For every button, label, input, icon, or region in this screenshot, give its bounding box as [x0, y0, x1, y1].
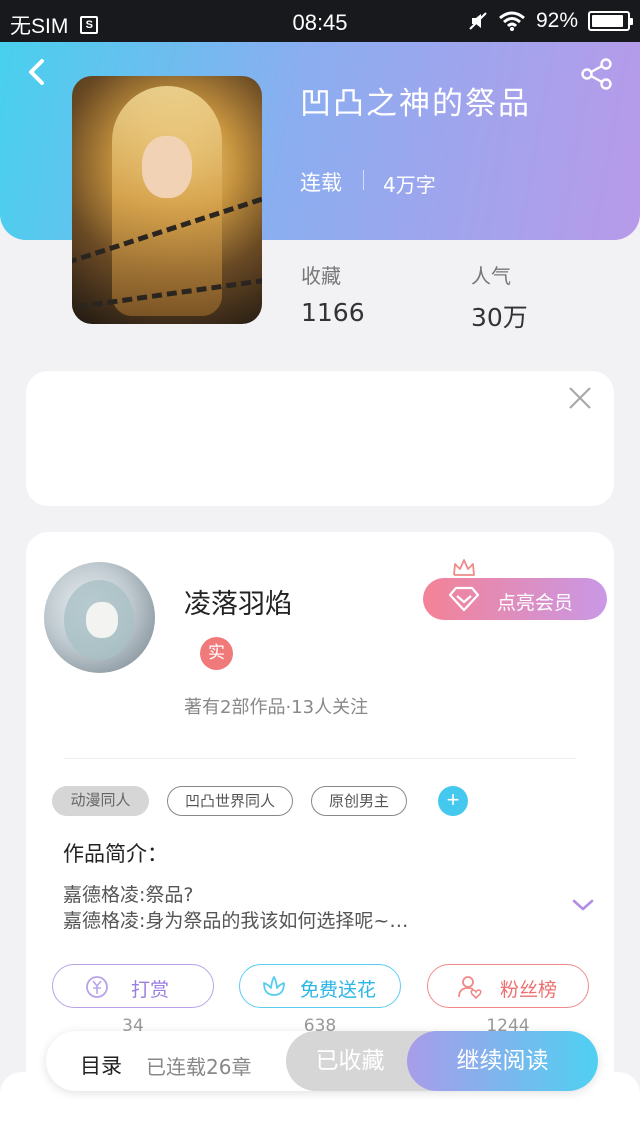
battery-fill	[592, 15, 624, 27]
book-cover-image[interactable]	[72, 76, 262, 324]
fans-ranking-button[interactable]: 粉丝榜	[427, 964, 589, 1008]
crown-icon	[453, 559, 475, 576]
word-count: 4万字	[383, 173, 436, 197]
mute-icon	[469, 12, 487, 30]
status-right: 92%	[468, 9, 633, 33]
share-icon[interactable]	[580, 57, 614, 91]
tag-chip[interactable]: 凹凸世界同人	[167, 786, 293, 816]
favorites-count: 1166	[301, 298, 365, 327]
battery-icon	[588, 11, 633, 31]
flower-icon	[263, 976, 285, 996]
popularity-count: 30万	[471, 303, 528, 332]
serial-status: 连载	[300, 171, 342, 195]
author-name[interactable]: 凌落羽焰	[184, 582, 292, 621]
vip-button[interactable]: 点亮会员	[423, 578, 607, 620]
author-meta: 著有2部作品·13人关注	[184, 697, 369, 718]
tag-chip[interactable]: 动漫同人	[52, 786, 149, 816]
chevron-down-icon[interactable]	[570, 894, 596, 916]
close-icon[interactable]	[566, 384, 594, 412]
intro-line: 嘉德格凌:身为祭品的我该如何选择呢~…	[63, 910, 409, 932]
verified-badge: 实	[200, 637, 233, 670]
send-flower-label: 免费送花	[300, 979, 377, 1001]
add-tag-button[interactable]: +	[438, 786, 468, 816]
avatar[interactable]	[44, 562, 155, 673]
intro-title: 作品简介：	[63, 842, 168, 866]
chapter-count: 已连载26章	[146, 1055, 252, 1079]
popularity-label: 人气	[471, 264, 511, 288]
divider	[363, 170, 364, 190]
tag-chip[interactable]: 原创男主	[311, 786, 407, 816]
vip-button-label: 点亮会员	[497, 592, 574, 614]
tip-label: 打赏	[131, 979, 170, 1001]
intro-line: 嘉德格凌:祭品?	[63, 884, 194, 906]
wifi-icon	[499, 11, 525, 31]
fans-ranking-label: 粉丝榜	[500, 979, 558, 1001]
yen-coin-icon	[86, 976, 108, 998]
table-of-contents-button[interactable]: 目录	[80, 1050, 122, 1080]
send-flower-button[interactable]: 免费送花	[239, 964, 401, 1008]
diamond-icon	[449, 586, 479, 612]
divider	[64, 758, 576, 759]
tip-button[interactable]: 打赏	[52, 964, 214, 1008]
continue-reading-button[interactable]: 继续阅读	[407, 1031, 598, 1091]
chevron-left-icon[interactable]	[22, 56, 54, 88]
status-bar: 无SIM S 08:45 92%	[0, 0, 640, 42]
ad-card	[26, 371, 614, 506]
user-heart-icon	[458, 976, 482, 1000]
battery-percent: 92%	[535, 9, 578, 32]
favorites-label: 收藏	[301, 264, 341, 288]
book-title: 凹凸之神的祭品	[300, 86, 531, 122]
